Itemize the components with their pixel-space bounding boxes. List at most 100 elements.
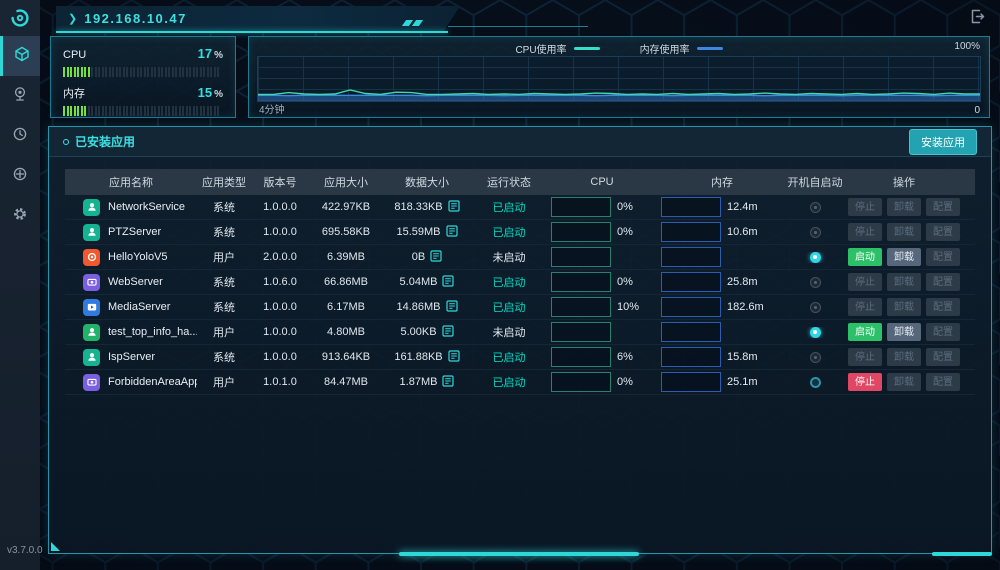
autostart-cell [787, 227, 843, 238]
sidebar-item-camera[interactable] [0, 76, 40, 116]
cpu-usage-value: 0% [617, 276, 633, 288]
memory-limit-input[interactable] [661, 272, 721, 292]
uninstall-button[interactable]: 卸载 [887, 198, 921, 216]
uninstall-button[interactable]: 卸载 [887, 273, 921, 291]
clear-data-icon[interactable] [442, 275, 454, 290]
stop-button[interactable]: 停止 [848, 223, 882, 241]
memory-limit-input[interactable] [661, 347, 721, 367]
cpu-limit-input[interactable] [551, 297, 611, 317]
uninstall-button[interactable]: 卸载 [887, 323, 921, 341]
autostart-toggle[interactable] [810, 377, 821, 388]
logout-icon[interactable] [969, 8, 986, 30]
autostart-cell [787, 377, 843, 388]
table-row: MediaServer系统1.0.0.06.17MB14.86MB已启动10%1… [65, 295, 975, 320]
app-name: MediaServer [108, 301, 170, 313]
cpu-limit-input[interactable] [551, 272, 611, 292]
stop-button[interactable]: 停止 [848, 273, 882, 291]
run-status-cell: 已启动 [471, 199, 547, 215]
autostart-toggle[interactable] [810, 327, 821, 338]
memory-limit-input[interactable] [661, 372, 721, 392]
config-button[interactable]: 配置 [926, 273, 960, 291]
run-status-cell: 已启动 [471, 374, 547, 390]
memory-limit-input[interactable] [661, 297, 721, 317]
clear-data-icon[interactable] [448, 350, 460, 365]
actions-cell: 停止卸载配置 [843, 198, 965, 216]
clear-data-icon[interactable] [430, 250, 442, 265]
data-size-cell: 0B [383, 250, 471, 265]
cpu-usage-value: 0% [617, 201, 633, 213]
config-button[interactable]: 配置 [926, 348, 960, 366]
uninstall-button[interactable]: 卸载 [887, 248, 921, 266]
sidebar-item-settings[interactable] [0, 196, 40, 236]
stop-button[interactable]: 停止 [848, 348, 882, 366]
data-size-value: 15.59MB [396, 226, 440, 238]
app-size-cell: 6.17MB [309, 301, 383, 313]
config-button[interactable]: 配置 [926, 323, 960, 341]
actions-cell: 停止卸载配置 [843, 298, 965, 316]
app-name-cell: MediaServer [65, 299, 197, 316]
data-size-value: 1.87MB [400, 376, 438, 388]
sidebar-item-history[interactable] [0, 116, 40, 156]
actions-cell: 停止卸载配置 [843, 273, 965, 291]
clock-icon [12, 126, 28, 147]
autostart-toggle[interactable] [810, 302, 821, 313]
cpu-usage-bar [63, 67, 223, 77]
install-app-button[interactable]: 安装应用 [909, 129, 977, 155]
memory-limit-input[interactable] [661, 247, 721, 267]
autostart-toggle[interactable] [810, 227, 821, 238]
cpu-limit-input[interactable] [551, 372, 611, 392]
app-type-cell: 系统 [197, 274, 251, 290]
uninstall-button[interactable]: 卸载 [887, 298, 921, 316]
sidebar-item-diagnose[interactable] [0, 156, 40, 196]
autostart-toggle[interactable] [810, 252, 821, 263]
cpu-limit-input[interactable] [551, 197, 611, 217]
stop-button[interactable]: 停止 [848, 373, 882, 391]
run-status: 已启动 [493, 374, 526, 390]
stop-button[interactable]: 停止 [848, 298, 882, 316]
memory-limit-input[interactable] [661, 322, 721, 342]
cpu-limit-input[interactable] [551, 347, 611, 367]
clear-data-icon[interactable] [446, 300, 458, 315]
config-button[interactable]: 配置 [926, 298, 960, 316]
autostart-toggle[interactable] [810, 352, 821, 363]
cpu-limit-input[interactable] [551, 222, 611, 242]
start-button[interactable]: 启动 [848, 323, 882, 341]
apps-table: 应用名称应用类型版本号应用大小数据大小运行状态CPU内存开机自启动操作 Netw… [65, 169, 975, 395]
column-header: 开机自启动 [787, 174, 843, 190]
uninstall-button[interactable]: 卸载 [887, 223, 921, 241]
autostart-toggle[interactable] [810, 202, 821, 213]
config-button[interactable]: 配置 [926, 198, 960, 216]
cpu-limit-input[interactable] [551, 247, 611, 267]
clear-data-icon[interactable] [446, 225, 458, 240]
app-icon [83, 249, 100, 266]
column-header: 操作 [843, 174, 965, 190]
autostart-toggle[interactable] [810, 277, 821, 288]
config-button[interactable]: 配置 [926, 223, 960, 241]
app-size-cell: 913.64KB [309, 351, 383, 363]
run-status: 已启动 [493, 199, 526, 215]
cpu-cell: 0% [547, 372, 657, 392]
cpu-cell: 0% [547, 197, 657, 217]
bullet-icon [63, 139, 69, 145]
target-icon [12, 166, 28, 187]
app-size-cell: 4.80MB [309, 326, 383, 338]
panel-title: 已安装应用 [63, 133, 135, 150]
config-button[interactable]: 配置 [926, 248, 960, 266]
clear-data-icon[interactable] [448, 200, 460, 215]
start-button[interactable]: 启动 [848, 248, 882, 266]
app-name-cell: test_top_info_ha... [65, 324, 197, 341]
legend-memory: 内存使用率 [640, 41, 723, 56]
app-icon [83, 199, 100, 216]
sidebar-item-apps[interactable] [0, 36, 40, 76]
config-button[interactable]: 配置 [926, 373, 960, 391]
cpu-limit-input[interactable] [551, 322, 611, 342]
stop-button[interactable]: 停止 [848, 198, 882, 216]
clear-data-icon[interactable] [442, 325, 454, 340]
sidebar: v3.7.0.0 [0, 0, 40, 570]
uninstall-button[interactable]: 卸载 [887, 373, 921, 391]
clear-data-icon[interactable] [442, 375, 454, 390]
memory-limit-input[interactable] [661, 197, 721, 217]
uninstall-button[interactable]: 卸载 [887, 348, 921, 366]
app-name: HelloYoloV5 [108, 251, 168, 263]
memory-limit-input[interactable] [661, 222, 721, 242]
